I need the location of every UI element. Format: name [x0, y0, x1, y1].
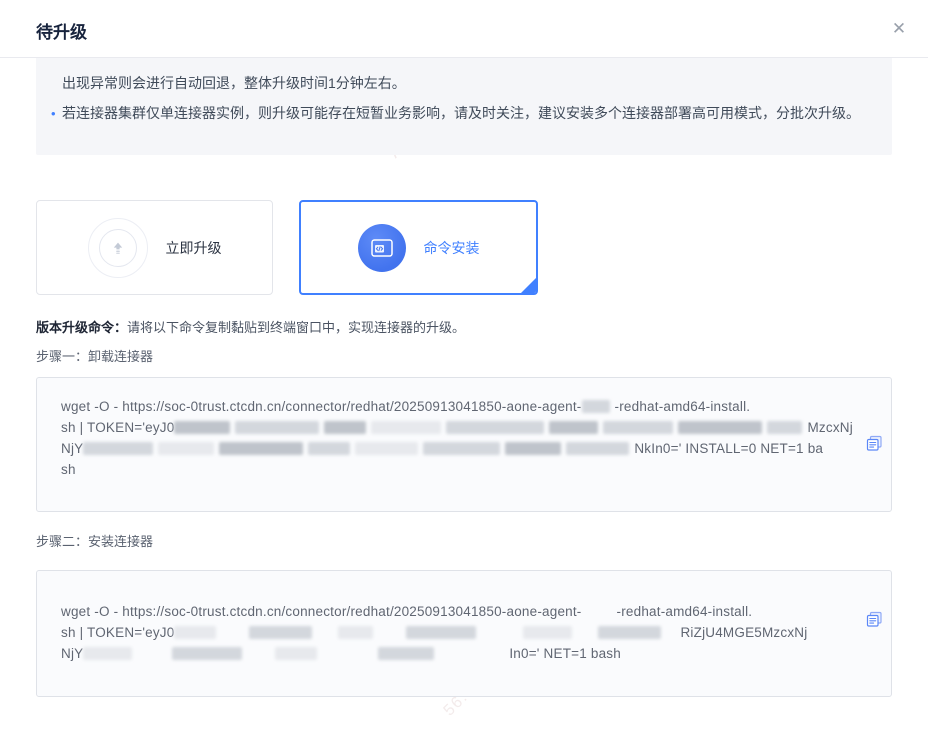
redacted-text	[249, 626, 312, 639]
redacted-text	[275, 647, 317, 660]
code-text: NkIn0=' INSTALL=0 NET=1 ba	[634, 441, 823, 456]
install-command-block: wget -O - https://soc-0trust.ctcdn.cn/co…	[36, 570, 892, 697]
redacted-text	[158, 442, 214, 455]
code-line: NjY In0=' NET=1 bash	[61, 643, 853, 664]
code-line: wget -O - https://soc-0trust.ctcdn.cn/co…	[61, 601, 853, 622]
redacted-text	[378, 647, 434, 660]
redacted-text	[308, 442, 350, 455]
command-install-card[interactable]: 命令安装	[299, 200, 538, 295]
upgrade-dialog: 17:56:41 2025/10/20 AONE 沈 56:41 待升级 ✕ 出…	[0, 0, 928, 738]
redacted-text	[83, 647, 132, 660]
command-instructions-lead: 版本升级命令：	[36, 320, 127, 335]
code-text: NjY	[61, 646, 83, 661]
code-line: NjY NkIn0=' INSTALL=0 NET=1 ba	[61, 438, 853, 459]
redacted-text	[406, 626, 476, 639]
spacer	[322, 657, 378, 658]
terminal-command-icon	[358, 224, 406, 272]
redacted-text	[505, 442, 561, 455]
code-text: sh | TOKEN='eyJ0	[61, 625, 174, 640]
redacted-text	[566, 442, 629, 455]
spacer	[317, 636, 338, 637]
redacted-text	[83, 442, 153, 455]
code-text: RiZjU4MGE5MzcxNj	[680, 625, 807, 640]
code-line: sh | TOKEN='eyJ0 MzcxNj	[61, 417, 853, 438]
spacer	[137, 657, 172, 658]
redacted-text	[371, 421, 441, 434]
step2-label: 步骤二：安装连接器	[36, 531, 153, 550]
spacer	[439, 657, 509, 658]
spacer	[577, 636, 598, 637]
code-line: sh	[61, 459, 853, 480]
spacer	[378, 636, 406, 637]
code-text: In0=' NET=1 bash	[509, 646, 621, 661]
redacted-text	[174, 421, 230, 434]
dialog-header: 待升级 ✕	[0, 0, 928, 58]
close-icon[interactable]: ✕	[888, 18, 910, 40]
code-text: sh	[61, 462, 76, 477]
redacted-text	[549, 421, 598, 434]
notice-bullet-item: •若连接器集群仅单连接器实例，则升级可能存在短暂业务影响，请及时关注，建议安装多…	[62, 101, 866, 126]
redacted-text	[446, 421, 544, 434]
bullet-icon: •	[51, 101, 56, 126]
code-text: MzcxNj	[807, 420, 852, 435]
code-text: NjY	[61, 441, 83, 456]
redacted-text	[172, 647, 242, 660]
upgrade-now-label: 立即升级	[166, 238, 222, 258]
dialog-title: 待升级	[36, 18, 87, 43]
spacer	[666, 636, 680, 637]
copy-icon[interactable]	[866, 611, 884, 629]
command-instructions: 版本升级命令：请将以下命令复制黏贴到终端窗口中，实现连接器的升级。	[36, 317, 465, 336]
redacted-text	[603, 421, 673, 434]
upgrade-upload-icon	[88, 218, 148, 278]
spacer	[582, 615, 617, 616]
uninstall-command-block: wget -O - https://soc-0trust.ctcdn.cn/co…	[36, 377, 892, 512]
code-text: sh | TOKEN='eyJ0	[61, 420, 174, 435]
redacted-text	[219, 442, 303, 455]
notice-bullet-text: 若连接器集群仅单连接器实例，则升级可能存在短暂业务影响，请及时关注，建议安装多个…	[62, 105, 860, 121]
redacted-text	[324, 421, 366, 434]
code-text: -redhat-amd64-install.	[617, 604, 753, 619]
code-text: wget -O - https://soc-0trust.ctcdn.cn/co…	[61, 399, 582, 414]
code-line: wget -O - https://soc-0trust.ctcdn.cn/co…	[61, 396, 853, 417]
redacted-text	[338, 626, 373, 639]
code-text: -redhat-amd64-install.	[615, 399, 751, 414]
redacted-text	[582, 400, 610, 413]
redacted-text	[355, 442, 418, 455]
upgrade-notice-box: 出现异常则会进行自动回退，整体升级时间1分钟左右。 •若连接器集群仅单连接器实例…	[36, 58, 892, 155]
redacted-text	[174, 626, 216, 639]
step1-label: 步骤一：卸载连接器	[36, 346, 153, 365]
redacted-text	[423, 442, 500, 455]
notice-line: 出现异常则会进行自动回退，整体升级时间1分钟左右。	[62, 71, 866, 96]
copy-icon[interactable]	[866, 435, 884, 453]
selected-corner-badge	[520, 277, 537, 294]
redacted-text	[598, 626, 661, 639]
redacted-text	[678, 421, 762, 434]
spacer	[221, 636, 249, 637]
spacer	[247, 657, 275, 658]
command-install-label: 命令安装	[424, 238, 480, 258]
command-instructions-text: 请将以下命令复制黏贴到终端窗口中，实现连接器的升级。	[127, 320, 465, 335]
redacted-text	[235, 421, 319, 434]
code-text: wget -O - https://soc-0trust.ctcdn.cn/co…	[61, 604, 582, 619]
redacted-text	[523, 626, 572, 639]
code-line: sh | TOKEN='eyJ0 RiZjU4MGE5MzcxNj	[61, 622, 853, 643]
upgrade-now-card[interactable]: 立即升级	[36, 200, 273, 295]
redacted-text	[767, 421, 802, 434]
spacer	[481, 636, 523, 637]
